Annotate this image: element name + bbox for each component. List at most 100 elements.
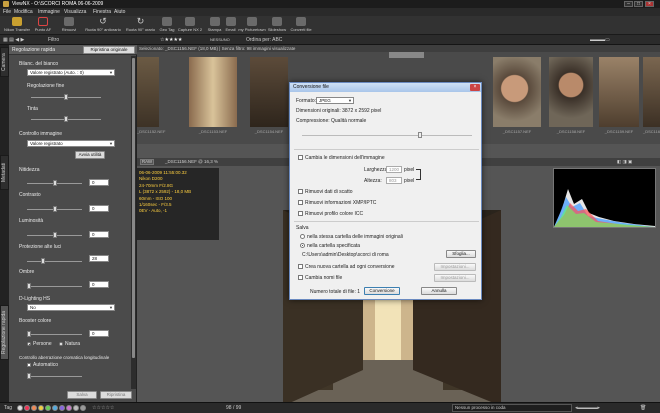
brightness-value[interactable]: 0 [89, 231, 109, 238]
slider-knob[interactable] [418, 132, 422, 138]
tab-metadati[interactable]: Metadati [0, 155, 9, 190]
highlight-value[interactable]: 28 [89, 255, 109, 262]
thumbnail[interactable]: _DSC1152.NEF [137, 57, 165, 134]
width-input[interactable]: 1200 [386, 166, 402, 173]
tag-5-icon[interactable] [52, 405, 58, 411]
picturetown-button[interactable]: my Picturetown [237, 17, 267, 35]
menu-finestra[interactable]: Finestra [93, 8, 111, 16]
close-button[interactable]: × [645, 1, 654, 7]
rotate-cw-button[interactable]: ↻ Ruota 90° orario [123, 17, 158, 35]
thumbnail[interactable] [389, 52, 424, 58]
tag-6-icon[interactable] [59, 405, 65, 411]
convert-button[interactable]: Conversione [364, 287, 400, 295]
thumbnail[interactable]: _DSC1157.NEF [493, 57, 541, 134]
remove-xmp-checkbox[interactable] [298, 200, 303, 205]
contrast-slider[interactable] [27, 206, 82, 212]
slider-knob[interactable] [64, 94, 68, 100]
shadows-slider[interactable] [27, 283, 82, 289]
slider-knob[interactable] [27, 331, 31, 337]
tag-8-icon[interactable] [73, 405, 79, 411]
contrast-value[interactable]: 0 [89, 205, 109, 212]
resize-checkbox[interactable] [298, 155, 303, 160]
image-control-select[interactable]: Valore registrato ▼ [27, 140, 115, 147]
zoom-slider[interactable]: ◂▬▬▬▬▸ [575, 403, 600, 413]
rating-stars[interactable]: ☆☆☆☆☆ [92, 403, 114, 413]
af-point-button[interactable]: Punto AF [33, 17, 53, 35]
restore-button[interactable]: Ripristina [100, 391, 132, 399]
compression-slider[interactable] [302, 132, 472, 138]
trash-icon[interactable]: 🗑 [640, 403, 646, 413]
highlight-slider[interactable] [27, 258, 82, 264]
rotate-ccw-button[interactable]: ↺ Ruota 90° antiorario [84, 17, 122, 35]
rename-checkbox[interactable] [298, 275, 303, 280]
slider-knob[interactable] [27, 373, 31, 379]
tag-3-icon[interactable] [38, 405, 44, 411]
print-button[interactable]: Stampa [206, 17, 223, 35]
aberration-auto-checkbox[interactable] [27, 363, 31, 367]
slider-knob[interactable] [64, 116, 68, 122]
reset-original-button[interactable]: Ripristina originale [83, 46, 135, 54]
tag-2-icon[interactable] [31, 405, 37, 411]
thumb-size-slider[interactable]: ▬▬▬▭ [590, 36, 610, 44]
minimize-button[interactable]: – [624, 1, 633, 7]
thumbnail[interactable]: _DSC1158.NEF [549, 57, 593, 134]
tag-0-icon[interactable] [17, 405, 23, 411]
geotag-button[interactable]: Geo Tag [158, 17, 176, 35]
browse-button[interactable]: Sfoglia... [446, 250, 476, 258]
tint-slider[interactable] [31, 116, 101, 122]
cancel-button[interactable]: Annulla [421, 287, 457, 295]
dlighting-select[interactable]: No ▼ [27, 304, 115, 311]
aspect-link-icon[interactable] [416, 169, 421, 180]
filter-label[interactable]: Filtro [48, 36, 59, 44]
fine-adjust-slider[interactable] [31, 94, 101, 100]
booster-value[interactable]: 0 [89, 330, 109, 337]
save-button[interactable]: Salva [67, 391, 97, 399]
new-folder-checkbox[interactable] [298, 264, 303, 269]
slider-knob[interactable] [41, 258, 45, 264]
remove-shooting-data-checkbox[interactable] [298, 189, 303, 194]
tab-camera[interactable]: Camera [0, 47, 9, 77]
new-folder-settings-button[interactable]: Impostazioni... [434, 263, 476, 271]
slider-knob[interactable] [27, 283, 31, 289]
save-same-folder-radio[interactable] [300, 234, 305, 239]
thumbnail[interactable]: _DSC1159.NEF [599, 57, 639, 134]
email-button[interactable]: Email [223, 17, 238, 35]
menu-visualizza[interactable]: Visualizza [64, 8, 86, 16]
remove-icc-checkbox[interactable] [298, 211, 303, 216]
maximize-button[interactable]: □ [634, 1, 643, 7]
nikon-transfer-button[interactable]: Nikon Transfer [2, 17, 32, 35]
slider-knob[interactable] [53, 232, 57, 238]
launch-utility-button[interactable]: Avvia utilità [75, 151, 105, 159]
dialog-close-icon[interactable]: × [470, 84, 480, 91]
slideshow-button[interactable]: Slideshow [267, 17, 287, 35]
menu-immagine[interactable]: Immagine [38, 8, 60, 16]
save-specified-folder-radio[interactable] [300, 243, 305, 248]
capture-nx-button[interactable]: Capture NX 2 [176, 17, 204, 35]
thumbnail[interactable]: _DSC1154.NEF [250, 57, 288, 134]
sharpness-slider[interactable] [27, 180, 82, 186]
sharpness-value[interactable]: 0 [89, 179, 109, 186]
aberration-slider[interactable] [27, 373, 82, 379]
tag-9-icon[interactable] [80, 405, 86, 411]
radio-natura[interactable] [59, 342, 63, 346]
view-mode-icon[interactable]: ▦ ▤ ◀ ▶ [3, 36, 24, 44]
height-input[interactable]: 803 [386, 177, 402, 184]
wb-select[interactable]: Valore registrato (Auto. : 0) ▼ [27, 69, 115, 76]
thumbnail[interactable]: _DSC1153.NEF [189, 57, 237, 134]
booster-slider[interactable] [27, 331, 82, 337]
tag-4-icon[interactable] [45, 405, 51, 411]
tag-7-icon[interactable] [66, 405, 72, 411]
brightness-slider[interactable] [27, 232, 82, 238]
menu-file[interactable]: File [3, 8, 11, 16]
remove-button[interactable]: Rimuovi [58, 17, 80, 35]
viewer-tools-icon[interactable]: ◧ ◨ ▣ [617, 158, 632, 166]
thumbnail[interactable]: _DSC1160.NEF [643, 57, 660, 134]
slider-knob[interactable] [53, 180, 57, 186]
tag-1-icon[interactable] [24, 405, 30, 411]
convert-file-button[interactable]: Converti file [289, 17, 313, 35]
left-panel-scrollbar[interactable] [131, 56, 136, 389]
radio-persone[interactable] [27, 342, 31, 346]
rating-filter[interactable]: ☆★★★★ [160, 36, 182, 44]
format-select[interactable]: JPEG ▼ [316, 97, 354, 104]
rename-settings-button[interactable]: Impostazioni... [434, 274, 476, 282]
